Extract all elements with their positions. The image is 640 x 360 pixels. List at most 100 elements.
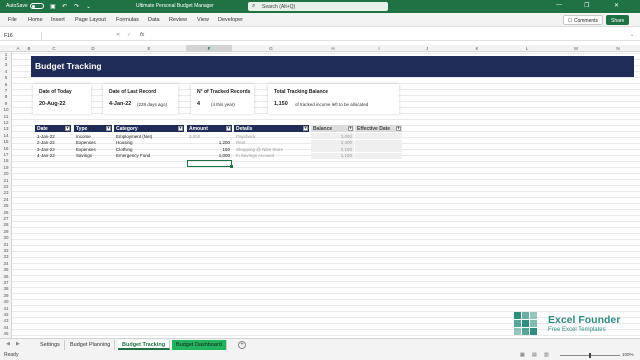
row-header[interactable]: 18 — [0, 158, 12, 163]
cell-amount[interactable]: 1,000 — [187, 153, 232, 159]
cell-effective-date[interactable] — [355, 133, 402, 139]
cell-balance[interactable]: 3,000 — [311, 133, 354, 139]
zoom-slider-knob[interactable] — [589, 353, 591, 358]
cell-details[interactable]: Paycheck — [234, 133, 309, 139]
share-button[interactable]: Share — [606, 15, 630, 25]
row-header[interactable]: 30 — [0, 235, 12, 240]
row-header[interactable]: 5 — [0, 75, 12, 80]
menu-developer[interactable]: Developer — [218, 17, 243, 23]
customize-quick-access-icon[interactable]: ⌄ — [86, 3, 91, 10]
filter-dropdown-icon[interactable]: ▾ — [106, 126, 111, 131]
row-header[interactable]: 24 — [0, 197, 12, 202]
row-header[interactable]: 2 — [0, 56, 12, 61]
row-header[interactable]: 8 — [0, 94, 12, 99]
name-box[interactable]: F16 — [2, 32, 42, 40]
menu-data[interactable]: Data — [148, 17, 160, 23]
filter-dropdown-icon[interactable]: ▾ — [396, 126, 401, 131]
cell-category[interactable]: Housing — [114, 140, 184, 146]
cell-details[interactable]: Rent — [234, 140, 309, 146]
row-header[interactable]: 23 — [0, 190, 12, 195]
column-header[interactable]: L — [502, 46, 552, 51]
cancel-formula-icon[interactable]: ✕ — [116, 32, 120, 38]
row-header[interactable]: 26 — [0, 210, 12, 215]
column-header[interactable]: B — [24, 46, 34, 51]
page-break-view-icon[interactable]: ▥ — [544, 352, 549, 358]
menu-file[interactable]: File — [8, 17, 17, 23]
expand-formula-icon[interactable]: ⌄ — [630, 32, 634, 38]
redo-icon[interactable]: ↷ — [74, 3, 79, 10]
cell-amount[interactable]: 3,000 — [187, 133, 232, 139]
column-header[interactable]: A — [14, 46, 22, 51]
fill-handle[interactable] — [230, 165, 233, 168]
cell-category[interactable]: Clothing — [114, 146, 184, 152]
menu-page-layout[interactable]: Page Layout — [75, 17, 106, 23]
menu-formulas[interactable]: Formulas — [116, 17, 139, 23]
tab-budget-planning[interactable]: Budget Planning — [66, 340, 116, 350]
enter-formula-icon[interactable]: ✓ — [127, 32, 131, 38]
cell-type[interactable]: Savings — [74, 153, 112, 159]
cell-category[interactable]: Emergency Fund — [114, 153, 184, 159]
row-header[interactable]: 27 — [0, 216, 12, 221]
row-header[interactable]: 42 — [0, 312, 12, 317]
selected-cell[interactable] — [187, 160, 233, 168]
column-header[interactable]: H — [310, 46, 356, 51]
row-header[interactable]: 9 — [0, 101, 12, 106]
normal-view-icon[interactable]: ▦ — [520, 352, 525, 358]
table-header-details[interactable]: Details ▾ — [234, 125, 309, 132]
cell-date[interactable]: 2-Jan-22 — [35, 140, 71, 146]
table-header-type[interactable]: Type ▾ — [74, 125, 112, 132]
cell-effective-date[interactable] — [355, 152, 402, 159]
cell-amount[interactable]: 1,200 — [187, 140, 232, 146]
row-header[interactable]: 32 — [0, 248, 12, 253]
menu-home[interactable]: Home — [28, 17, 43, 23]
row-header[interactable]: 44 — [0, 325, 12, 330]
row-header[interactable]: 17 — [0, 152, 12, 157]
row-header[interactable]: 19 — [0, 165, 12, 170]
cell-balance[interactable]: 2,150 — [311, 146, 354, 152]
undo-icon[interactable]: ↶ — [62, 3, 67, 10]
row-header[interactable]: 36 — [0, 274, 12, 279]
save-icon[interactable]: ▣ — [50, 3, 56, 10]
filter-dropdown-icon[interactable]: ▾ — [178, 126, 183, 131]
cell-type[interactable]: Expenses — [74, 146, 112, 152]
row-header[interactable]: 31 — [0, 242, 12, 247]
column-header[interactable]: E — [112, 46, 186, 51]
search-box[interactable]: ⌕ Search (Alt+Q) — [248, 2, 388, 11]
row-header[interactable]: 34 — [0, 261, 12, 266]
cell-date[interactable]: 3-Jan-22 — [35, 146, 71, 152]
row-header[interactable]: 33 — [0, 254, 12, 259]
row-header[interactable]: 22 — [0, 184, 12, 189]
function-icon[interactable]: fx — [140, 32, 144, 38]
table-header-date[interactable]: Date ▾ — [35, 125, 71, 132]
filter-dropdown-icon[interactable]: ▾ — [303, 126, 308, 131]
menu-view[interactable]: View — [197, 17, 209, 23]
row-header[interactable]: 39 — [0, 293, 12, 298]
column-header[interactable]: C — [34, 46, 74, 51]
row-header[interactable]: 25 — [0, 203, 12, 208]
row-header[interactable]: 11 — [0, 114, 12, 119]
cell-date[interactable]: 4-Jan-22 — [35, 153, 71, 159]
row-header[interactable]: 12 — [0, 120, 12, 125]
cell-type[interactable]: Income — [74, 133, 112, 139]
tab-settings[interactable]: Settings — [36, 340, 65, 350]
zoom-level[interactable]: 100% — [622, 352, 634, 357]
row-header[interactable]: 7 — [0, 88, 12, 93]
cell-balance[interactable]: 2,300 — [311, 139, 354, 146]
row-header[interactable]: 35 — [0, 267, 12, 272]
filter-dropdown-icon[interactable]: ▾ — [65, 126, 70, 131]
column-header[interactable]: F — [186, 46, 232, 51]
column-header[interactable]: G — [232, 46, 310, 51]
menu-insert[interactable]: Insert — [51, 17, 65, 23]
row-header[interactable]: 4 — [0, 69, 12, 74]
row-header[interactable]: 13 — [0, 126, 12, 131]
row-header[interactable]: 37 — [0, 280, 12, 285]
table-header-balance[interactable]: Balance ▾ — [311, 125, 354, 132]
table-header-category[interactable]: Category ▾ — [114, 125, 184, 132]
cell-category[interactable]: Employment (Net) — [114, 133, 184, 139]
filter-dropdown-icon[interactable]: ▾ — [226, 126, 231, 131]
row-header[interactable]: 10 — [0, 107, 12, 112]
minimize-icon[interactable]: — — [556, 2, 562, 8]
row-header[interactable]: 20 — [0, 171, 12, 176]
filter-dropdown-icon[interactable]: ▾ — [348, 126, 353, 131]
cell-effective-date[interactable] — [355, 146, 402, 152]
